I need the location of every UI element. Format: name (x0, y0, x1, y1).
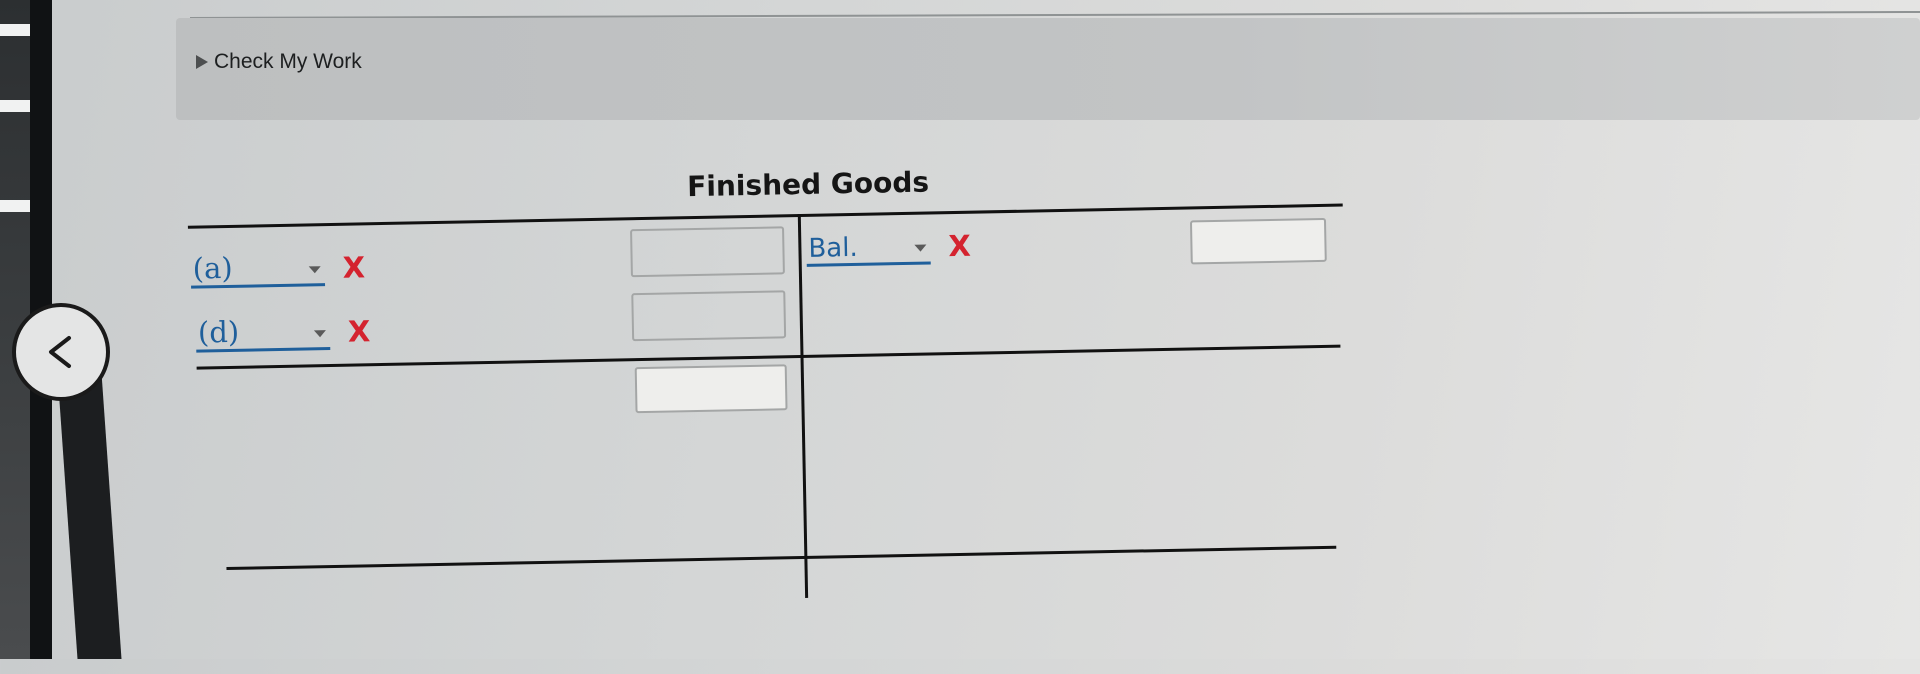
debit-entry-dropdown[interactable]: (a) (190, 249, 326, 289)
dropdown-arrow-icon (313, 330, 327, 338)
debit-amount-input[interactable] (630, 226, 785, 278)
t-account: Finished Goods (a) X (d) X Bal. X (0, 0, 1920, 674)
t-account-bottom-rule (226, 545, 1337, 571)
dropdown-arrow-icon (914, 244, 927, 252)
credit-entry-row: Bal. X (806, 227, 971, 267)
credit-amount-input[interactable] (1189, 217, 1327, 265)
dropdown-value: (d) (197, 314, 240, 350)
incorrect-icon: X (347, 313, 371, 349)
dropdown-value: (a) (192, 250, 233, 286)
dropdown-value: Bal. (808, 232, 858, 264)
debit-entry-dropdown[interactable]: (d) (195, 313, 331, 353)
dropdown-arrow-icon (308, 266, 321, 274)
debit-total-input[interactable] (634, 364, 788, 414)
t-account-top-rule (187, 203, 1343, 229)
account-title: Finished Goods (686, 165, 930, 204)
t-account-center-line (797, 213, 809, 598)
incorrect-icon: X (948, 228, 972, 263)
debit-amount-input[interactable] (631, 290, 787, 342)
debit-entry-row: (d) X (195, 312, 371, 353)
debit-entry-row: (a) X (190, 248, 366, 289)
incorrect-icon: X (342, 249, 366, 285)
credit-entry-dropdown[interactable]: Bal. (806, 227, 931, 267)
